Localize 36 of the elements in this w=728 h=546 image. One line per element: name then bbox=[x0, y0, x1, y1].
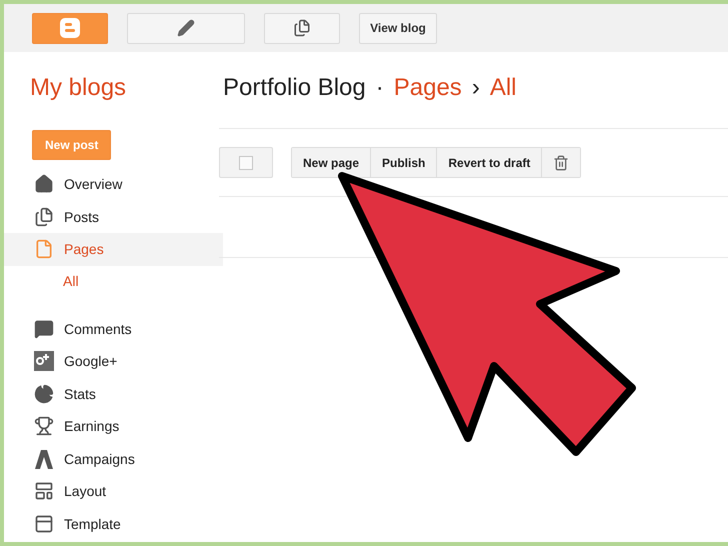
view-blog-button[interactable]: View blog bbox=[359, 12, 437, 44]
campaigns-icon bbox=[34, 448, 54, 469]
sidebar-item[interactable]: Stats bbox=[4, 378, 223, 410]
sidebar-item[interactable]: Google+ bbox=[4, 345, 223, 378]
earnings-icon bbox=[34, 416, 54, 436]
layout-icon bbox=[34, 481, 54, 502]
new-post-button[interactable] bbox=[127, 12, 245, 44]
google-plus-icon bbox=[34, 351, 54, 372]
posts-icon bbox=[34, 206, 54, 227]
blog-title: Portfolio Blog bbox=[223, 74, 366, 103]
toolbar-button[interactable]: New page bbox=[292, 148, 372, 177]
my-blogs-link[interactable]: My blogs bbox=[4, 74, 223, 130]
breadcrumb-separator: · bbox=[376, 74, 384, 103]
template-icon bbox=[34, 514, 54, 534]
comments-icon bbox=[34, 318, 54, 339]
breadcrumb-current: All bbox=[490, 74, 516, 103]
sidebar-subitem[interactable]: All bbox=[4, 266, 223, 296]
sidebar-item[interactable]: Earnings bbox=[4, 410, 223, 442]
pages-icon bbox=[34, 239, 54, 260]
pages-link[interactable]: Pages bbox=[394, 74, 462, 130]
sidebar-item[interactable]: Posts bbox=[4, 200, 223, 233]
sidebar-item[interactable]: Layout bbox=[4, 475, 223, 508]
sidebar-item[interactable]: Pages bbox=[4, 233, 223, 266]
sidebar-item[interactable]: Comments bbox=[4, 312, 223, 345]
posts-icon bbox=[293, 19, 311, 37]
select-all-checkbox[interactable] bbox=[239, 156, 253, 170]
trash-icon bbox=[553, 154, 570, 170]
home-icon bbox=[34, 174, 54, 194]
sidebar-item[interactable]: Overview bbox=[4, 168, 223, 200]
pencil-icon bbox=[177, 19, 195, 37]
sidebar-item[interactable]: Template bbox=[4, 508, 223, 540]
stats-icon bbox=[34, 384, 54, 404]
breadcrumb-arrow: › bbox=[472, 74, 480, 103]
blogger-logo-icon bbox=[59, 17, 81, 39]
sidebar-item[interactable]: Campaigns bbox=[4, 442, 223, 475]
posts-button[interactable] bbox=[264, 12, 340, 44]
